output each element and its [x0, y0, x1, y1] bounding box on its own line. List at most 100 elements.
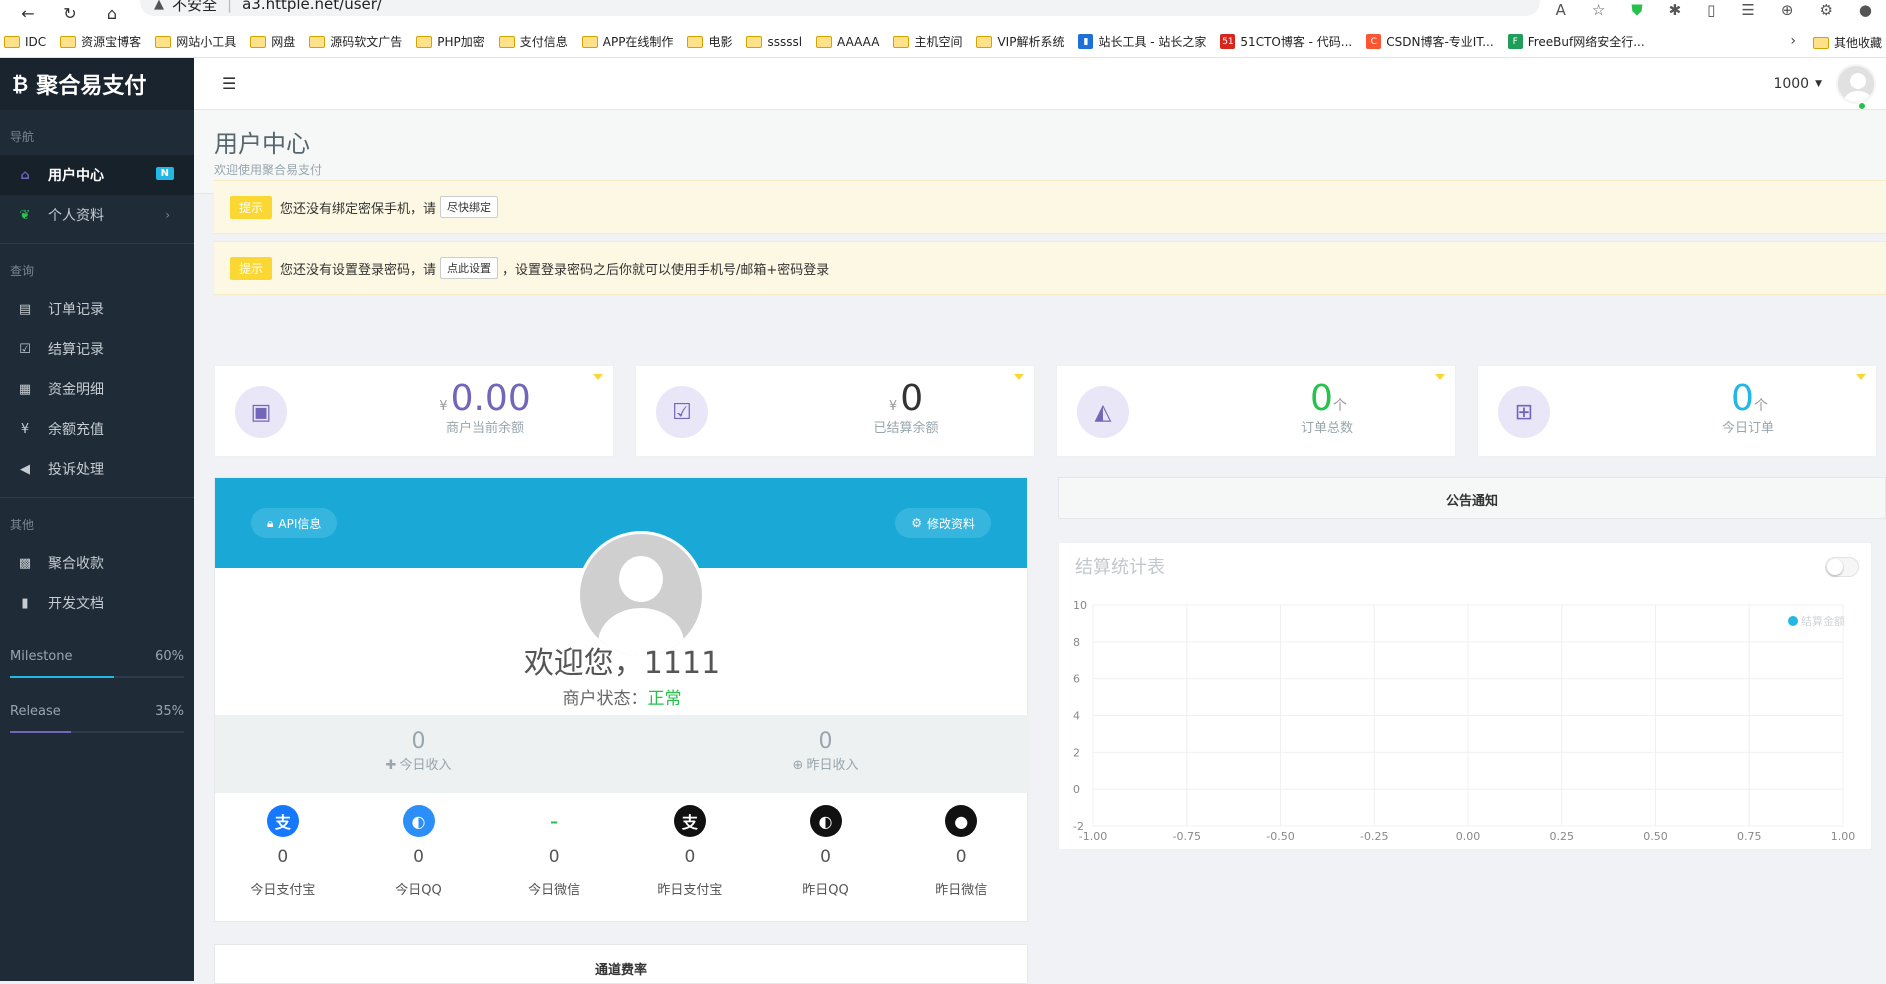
bookmark-item[interactable]: sssssl: [746, 35, 802, 49]
progress-row: Milestone 60%: [10, 649, 184, 664]
site-logo-icon: ▮: [1078, 34, 1094, 49]
sidebar-item[interactable]: ¥ 余额充值: [0, 409, 194, 449]
bookmark-item[interactable]: 网盘: [250, 33, 295, 50]
calendar-icon: ▦: [18, 381, 32, 397]
sidebar: ₿ 聚合易支付 导航 ⌂ 用户中心 N ❦ 个人资料 › 查询 ▤ 订单记录 ☑ 结算记录 ▦ 资金明细 ¥…: [0, 58, 194, 981]
alert-action-button[interactable]: 点此设置: [440, 257, 499, 279]
bookmark-label: 站长工具 - 站长之家: [1098, 35, 1207, 49]
notice-card[interactable]: 公告通知: [1058, 477, 1886, 519]
bookmark-item[interactable]: VIP解析系统: [976, 33, 1064, 50]
bookmark-label: 支付信息: [519, 35, 568, 49]
profile-icon[interactable]: ●: [1859, 1, 1872, 19]
channel-value: 0: [684, 847, 696, 867]
sidebar-item-label: 用户中心: [48, 168, 104, 184]
channel-value: 0: [277, 847, 289, 867]
qq-icon: ◐: [809, 805, 842, 837]
chevron-right-icon[interactable]: ›: [1790, 33, 1796, 49]
bookmark-item[interactable]: 网站小工具: [155, 33, 236, 50]
channel-label: 昨日微信: [935, 883, 988, 898]
sidebar-item-label: 个人资料: [48, 208, 104, 224]
extension-icon[interactable]: ✱: [1669, 1, 1682, 19]
brand[interactable]: ₿ 聚合易支付: [0, 58, 194, 110]
sidebar-item[interactable]: ▩ 聚合收款: [0, 543, 194, 583]
merchant-status-label: 商户状态：: [562, 689, 648, 709]
sidebar-item[interactable]: ▮ 开发文档: [0, 583, 194, 623]
other-bookmarks[interactable]: 其他收藏: [1812, 34, 1882, 51]
folder-icon: [155, 35, 172, 48]
bookmark-item[interactable]: 资源宝博客: [60, 33, 141, 50]
edit-profile-button[interactable]: ⚙ 修改资料: [895, 508, 991, 538]
bookmark-item[interactable]: ▮ 站长工具 - 站长之家: [1078, 33, 1206, 50]
channel-stats: 支 0 今日支付宝 ◐ 0 今日QQ – 0 今日微信 支 0 昨日支付宝 ◐ 0 昨日QQ ● 0 昨日微信: [215, 793, 1029, 921]
other-bookmarks-label: 其他收藏: [1833, 36, 1882, 50]
caret-down-icon: ▼: [1815, 79, 1822, 89]
user-menu[interactable]: 1000 ▼: [1773, 64, 1876, 110]
sidebar-item[interactable]: ◀ 投诉处理: [0, 449, 194, 489]
income-summary: 0 ✚ 今日收入 0 ⊕ 昨日收入: [215, 715, 1029, 793]
api-info-button[interactable]: 🔒︎ API信息: [251, 508, 338, 538]
bookmarks-bar: IDC 资源宝博客 网站小工具 网盘 源码软文广告 PHP加密 支付信息 APP在线制作 电影 s…: [0, 26, 1886, 58]
read-aloud-icon[interactable]: A: [1556, 1, 1566, 19]
edit-profile-label: 修改资料: [926, 516, 975, 531]
bookmark-item[interactable]: 主机空间: [893, 33, 962, 50]
income-item: 0 ⊕ 昨日收入: [622, 715, 1029, 793]
bookmark-item[interactable]: PHP加密: [416, 33, 485, 50]
sidebar-item[interactable]: ⌂ 用户中心 N: [0, 155, 194, 195]
bookmark-item[interactable]: 支付信息: [498, 33, 568, 50]
avatar[interactable]: [1836, 64, 1876, 104]
shield-icon[interactable]: ⛊: [1631, 1, 1642, 19]
split-screen-icon[interactable]: ▯: [1707, 1, 1715, 19]
settings-gear-icon[interactable]: ⚙: [1819, 1, 1832, 19]
address-bar[interactable]: ▲ 不安全 | a3.httple.net/user/: [140, 0, 1540, 16]
alert-banner: 提示 您还没有绑定密保手机，请 尽快绑定: [214, 180, 1886, 234]
bookmark-item[interactable]: AAAAA: [816, 35, 879, 49]
income-label: 今日收入: [399, 758, 452, 773]
reload-icon[interactable]: ↻: [56, 3, 84, 23]
sidebar-item[interactable]: ❦ 个人资料 ›: [0, 195, 194, 235]
favorites-icon[interactable]: ☰: [1741, 1, 1754, 19]
alert-action-button[interactable]: 尽快绑定: [440, 196, 499, 218]
chart-toggle-switch[interactable]: [1825, 557, 1859, 577]
brand-name: 聚合易支付: [36, 74, 147, 99]
channel-value: 0: [955, 847, 967, 867]
bookmark-item[interactable]: F FreeBuf网络安全行...: [1507, 33, 1645, 50]
stat-prefix: ¥: [888, 399, 898, 414]
bookmark-item[interactable]: 电影: [687, 33, 732, 50]
collections-icon[interactable]: ⊕: [1781, 1, 1794, 19]
bookmark-label: VIP解析系统: [997, 35, 1065, 49]
channel-item: ◐ 0 昨日QQ: [758, 793, 894, 921]
sidebar-item[interactable]: ▦ 资金明细: [0, 369, 194, 409]
sidebar-item[interactable]: ☑ 结算记录: [0, 329, 194, 369]
bookmark-item[interactable]: IDC: [4, 35, 46, 49]
bookmark-label: 主机空间: [914, 35, 963, 49]
stat-label: 已结算余额: [873, 421, 939, 436]
sidebar-item-label: 余额充值: [48, 422, 104, 438]
stat-suffix: 个: [1332, 398, 1347, 414]
channel-value: 0: [548, 847, 560, 867]
bookmark-item[interactable]: C CSDN博客-专业IT...: [1366, 33, 1494, 50]
income-item: 0 ✚ 今日收入: [215, 715, 622, 793]
caret-down-icon[interactable]: [1435, 374, 1445, 380]
bookmark-item[interactable]: APP在线制作: [581, 33, 673, 50]
caret-down-icon[interactable]: [593, 374, 603, 380]
bookmark-item[interactable]: 51 51CTO博客 - 代码...: [1220, 33, 1352, 50]
progress-label: Release: [10, 704, 61, 719]
home-icon[interactable]: ⌂: [98, 3, 126, 23]
y-tick-label: 8: [1073, 636, 1080, 649]
legend-label[interactable]: 结算金额: [1801, 614, 1845, 628]
bookmark-item[interactable]: 源码软文广告: [309, 33, 402, 50]
x-tick-label: -0.25: [1360, 830, 1388, 843]
progress-fill: [10, 676, 115, 678]
site-logo-icon: 51: [1220, 34, 1236, 49]
bookmark-label: 源码软文广告: [330, 35, 403, 49]
menu-toggle-icon[interactable]: ☰: [222, 74, 236, 93]
favorite-star-icon[interactable]: ☆: [1592, 1, 1605, 19]
sidebar-item[interactable]: ▤ 订单记录: [0, 289, 194, 329]
site-logo-icon: C: [1366, 34, 1382, 49]
channel-rate-card[interactable]: 通道费率: [214, 944, 1028, 984]
caret-down-icon[interactable]: [1856, 374, 1866, 380]
x-tick-label: -0.75: [1173, 830, 1201, 843]
caret-down-icon[interactable]: [1014, 374, 1024, 380]
channel-label: 今日微信: [528, 883, 581, 898]
back-arrow-icon[interactable]: ←: [14, 3, 42, 23]
